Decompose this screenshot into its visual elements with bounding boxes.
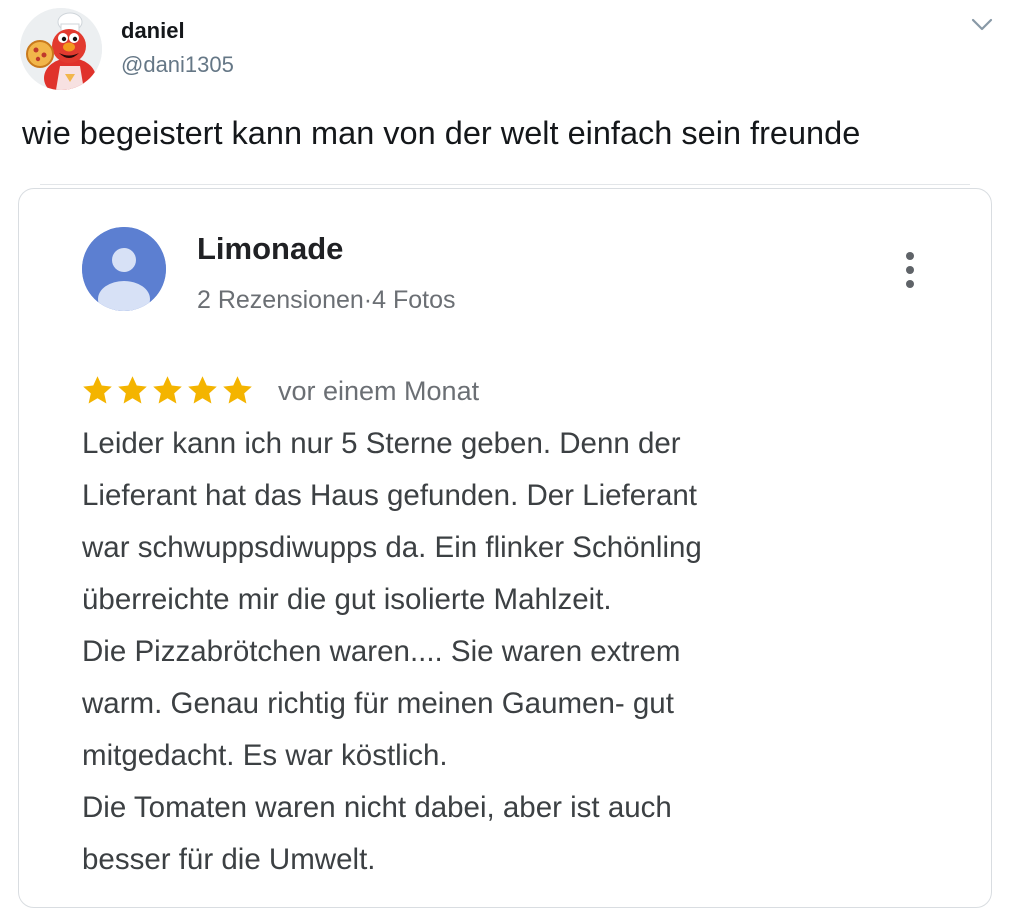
display-name[interactable]: daniel xyxy=(121,18,185,44)
review-text-line: warm. Genau richtig für meinen Gaumen- g… xyxy=(82,687,674,720)
user-handle[interactable]: @dani1305 xyxy=(121,52,234,78)
reviewer-name: Limonade xyxy=(197,231,344,266)
review-text-line: besser für die Umwelt. xyxy=(82,843,376,876)
star-icon xyxy=(150,373,185,408)
review-date: vor einem Monat xyxy=(278,376,480,406)
chevron-down-icon[interactable] xyxy=(968,14,996,36)
more-vertical-icon[interactable] xyxy=(900,250,920,290)
review-text-line: war schwuppsdiwupps da. Ein flinker Schö… xyxy=(82,531,702,564)
review-text-line: mitgedacht. Es war köstlich. xyxy=(82,739,448,772)
review-text-line: Leider kann ich nur 5 Sterne geben. Denn… xyxy=(82,427,681,460)
star-rating xyxy=(80,370,255,410)
elmo-chef-avatar-image xyxy=(20,8,102,90)
divider xyxy=(40,184,970,185)
avatar[interactable] xyxy=(20,8,102,90)
review-text-line: Lieferant hat das Haus gefunden. Der Lie… xyxy=(82,479,697,512)
review-text-line: Die Pizzabrötchen waren.... Sie waren ex… xyxy=(82,635,681,668)
star-icon xyxy=(80,373,115,408)
star-icon xyxy=(185,373,220,408)
review-text: Leider kann ich nur 5 Sterne geben. Denn… xyxy=(82,418,962,886)
person-icon xyxy=(82,227,166,311)
reviewer-meta: 2 Rezensionen·4 Fotos xyxy=(197,286,456,314)
review-text-line: überreichte mir die gut isolierte Mahlze… xyxy=(82,583,612,616)
review-text-line: Die Tomaten waren nicht dabei, aber ist … xyxy=(82,791,672,824)
star-icon xyxy=(220,373,255,408)
star-icon xyxy=(115,373,150,408)
tweet-text: wie begeistert kann man von der welt ein… xyxy=(22,115,861,151)
